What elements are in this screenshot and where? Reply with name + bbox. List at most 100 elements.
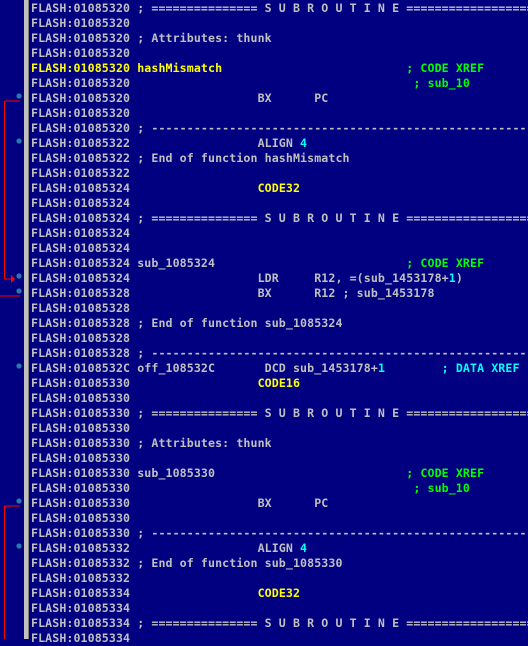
address: FLASH:01085330 xyxy=(31,481,131,495)
instruction-text: LDR R12, =(sub_1453178+ xyxy=(130,271,449,285)
listing-line[interactable]: FLASH:01085330 xyxy=(31,511,528,526)
instruction-text: ; --------------------------------------… xyxy=(137,346,528,360)
address: FLASH:01085320 xyxy=(31,46,131,60)
flow-arrows-svg xyxy=(0,93,22,639)
address: FLASH:01085334 xyxy=(31,601,131,615)
listing-line[interactable]: FLASH:01085330 ; sub_10 xyxy=(31,481,528,496)
instruction-text xyxy=(130,481,413,495)
flow-dot-icon xyxy=(16,543,22,549)
address: FLASH:01085330 xyxy=(31,526,131,540)
instruction-text: sub_1085330 xyxy=(130,466,216,480)
address: FLASH:01085330 xyxy=(31,436,131,450)
instruction-text: ALIGN xyxy=(130,541,301,555)
listing-line[interactable]: FLASH:01085332 ; End of function sub_108… xyxy=(31,556,528,571)
listing-line[interactable]: FLASH:01085320 ; =============== S U B R… xyxy=(31,1,528,16)
flow-dot-icon xyxy=(16,498,22,504)
listing-line[interactable]: FLASH:01085324 CODE32 xyxy=(31,181,528,196)
arrowhead-icon xyxy=(11,275,15,283)
listing-line[interactable]: FLASH:01085334 CODE32 xyxy=(31,586,528,601)
instruction-text xyxy=(385,361,442,375)
address: FLASH:01085328 xyxy=(31,331,131,345)
listing-line[interactable]: FLASH:01085332 ALIGN 4 xyxy=(31,541,528,556)
instruction-text: ALIGN xyxy=(130,136,301,150)
instruction-text xyxy=(130,586,257,600)
address: FLASH:01085322 xyxy=(31,166,131,180)
listing-line[interactable]: FLASH:01085330 sub_1085330 ; CODE XREF xyxy=(31,466,528,481)
address: FLASH:01085328 xyxy=(31,286,131,300)
instruction-text: ; =============== S U B R O U T I N E ==… xyxy=(137,616,528,630)
address: FLASH:01085334 xyxy=(31,631,131,645)
listing-line[interactable]: FLASH:01085324 sub_1085324 ; CODE XREF xyxy=(31,256,528,271)
listing-line[interactable]: FLASH:01085328 xyxy=(31,331,528,346)
listing-line[interactable]: FLASH:01085330 xyxy=(31,451,528,466)
instruction-text: ; End of function sub_1085330 xyxy=(130,556,343,570)
xref-comment: ; sub_10 xyxy=(413,481,470,495)
listing-line[interactable]: FLASH:0108532C off_108532C DCD sub_14531… xyxy=(31,361,528,376)
address: FLASH:01085324 xyxy=(31,226,131,240)
address: FLASH:01085320 xyxy=(31,106,131,120)
listing-line[interactable]: FLASH:01085332 xyxy=(31,571,528,586)
instruction-text xyxy=(130,181,257,195)
flow-dot-icon xyxy=(16,138,22,144)
flow-dot-icon xyxy=(16,273,22,279)
instruction-text xyxy=(222,61,406,75)
instruction-text: CODE32 xyxy=(257,181,301,195)
listing-line[interactable]: FLASH:01085320 xyxy=(31,106,528,121)
instruction-text: 1 xyxy=(377,361,386,375)
address: FLASH:01085332 xyxy=(31,571,131,585)
instruction-text: ; --------------------------------------… xyxy=(137,526,528,540)
address: FLASH:01085330 xyxy=(31,496,131,510)
instruction-text: ; End of function hashMismatch xyxy=(130,151,350,165)
instruction-text: ; =============== S U B R O U T I N E ==… xyxy=(137,211,528,225)
address: FLASH:01085332 xyxy=(31,541,131,555)
gutter-separator[interactable] xyxy=(24,0,29,639)
listing-line[interactable]: FLASH:01085330 ; Attributes: thunk xyxy=(31,436,528,451)
address: FLASH:01085334 xyxy=(31,616,131,630)
address: FLASH:01085328 xyxy=(31,316,131,330)
address: FLASH:01085324 xyxy=(31,256,131,270)
address: FLASH:01085330 xyxy=(31,406,131,420)
listing-line[interactable]: FLASH:01085324 xyxy=(31,241,528,256)
address: FLASH:0108532C xyxy=(31,361,131,375)
listing-line[interactable]: FLASH:01085324 ; =============== S U B R… xyxy=(31,211,528,226)
listing-line[interactable]: FLASH:01085320 BX PC xyxy=(31,91,528,106)
listing-line[interactable]: FLASH:01085320 ; sub_10 xyxy=(31,76,528,91)
instruction-text: ) xyxy=(455,271,463,285)
listing-line[interactable]: FLASH:01085324 xyxy=(31,196,528,211)
instruction-text: ; --------------------------------------… xyxy=(137,121,528,135)
address: FLASH:01085322 xyxy=(31,136,131,150)
listing-line[interactable]: FLASH:01085330 ; -----------------------… xyxy=(31,526,528,541)
listing-line[interactable]: FLASH:01085328 ; -----------------------… xyxy=(31,346,528,361)
address: FLASH:01085320 xyxy=(31,31,131,45)
listing-line[interactable]: FLASH:01085328 BX R12 ; sub_1453178 xyxy=(31,286,528,301)
listing-line[interactable]: FLASH:01085330 xyxy=(31,421,528,436)
instruction-text: 1 xyxy=(448,271,456,285)
listing-line[interactable]: FLASH:01085322 xyxy=(31,166,528,181)
address: FLASH:01085330 xyxy=(31,466,131,480)
listing-line[interactable]: FLASH:01085320 ; -----------------------… xyxy=(31,121,528,136)
xref-comment: ; CODE XREF xyxy=(406,466,485,480)
address: FLASH:01085334 xyxy=(31,586,131,600)
instruction-text: CODE32 xyxy=(257,586,301,600)
listing-line[interactable]: FLASH:01085320 xyxy=(31,46,528,61)
listing-line[interactable]: FLASH:01085328 xyxy=(31,301,528,316)
listing-line[interactable]: FLASH:01085330 CODE16 xyxy=(31,376,528,391)
listing-line[interactable]: FLASH:01085320 ; Attributes: thunk xyxy=(31,31,528,46)
instruction-text: 4 xyxy=(300,136,308,150)
listing-line[interactable]: FLASH:01085334 ; =============== S U B R… xyxy=(31,616,528,631)
listing-line[interactable]: FLASH:01085328 ; End of function sub_108… xyxy=(31,316,528,331)
listing-line[interactable]: FLASH:01085322 ; End of function hashMis… xyxy=(31,151,528,166)
xref-comment: ; sub_10 xyxy=(413,76,470,90)
disassembly-listing[interactable]: FLASH:01085320 ; =============== S U B R… xyxy=(31,1,528,646)
listing-line[interactable]: FLASH:01085320 xyxy=(31,16,528,31)
listing-line[interactable]: FLASH:01085324 LDR R12, =(sub_1453178+1) xyxy=(31,271,528,286)
address: FLASH:01085320 xyxy=(31,121,131,135)
listing-line[interactable]: FLASH:01085330 ; =============== S U B R… xyxy=(31,406,528,421)
listing-line[interactable]: FLASH:01085322 ALIGN 4 xyxy=(31,136,528,151)
instruction-text xyxy=(215,466,406,480)
listing-line[interactable]: FLASH:01085330 BX PC xyxy=(31,496,528,511)
listing-line[interactable]: FLASH:01085320 hashMismatch ; CODE XREF xyxy=(31,61,528,76)
listing-line[interactable]: FLASH:01085324 xyxy=(31,226,528,241)
listing-line[interactable]: FLASH:01085334 xyxy=(31,601,528,616)
listing-line[interactable]: FLASH:01085330 xyxy=(31,391,528,406)
